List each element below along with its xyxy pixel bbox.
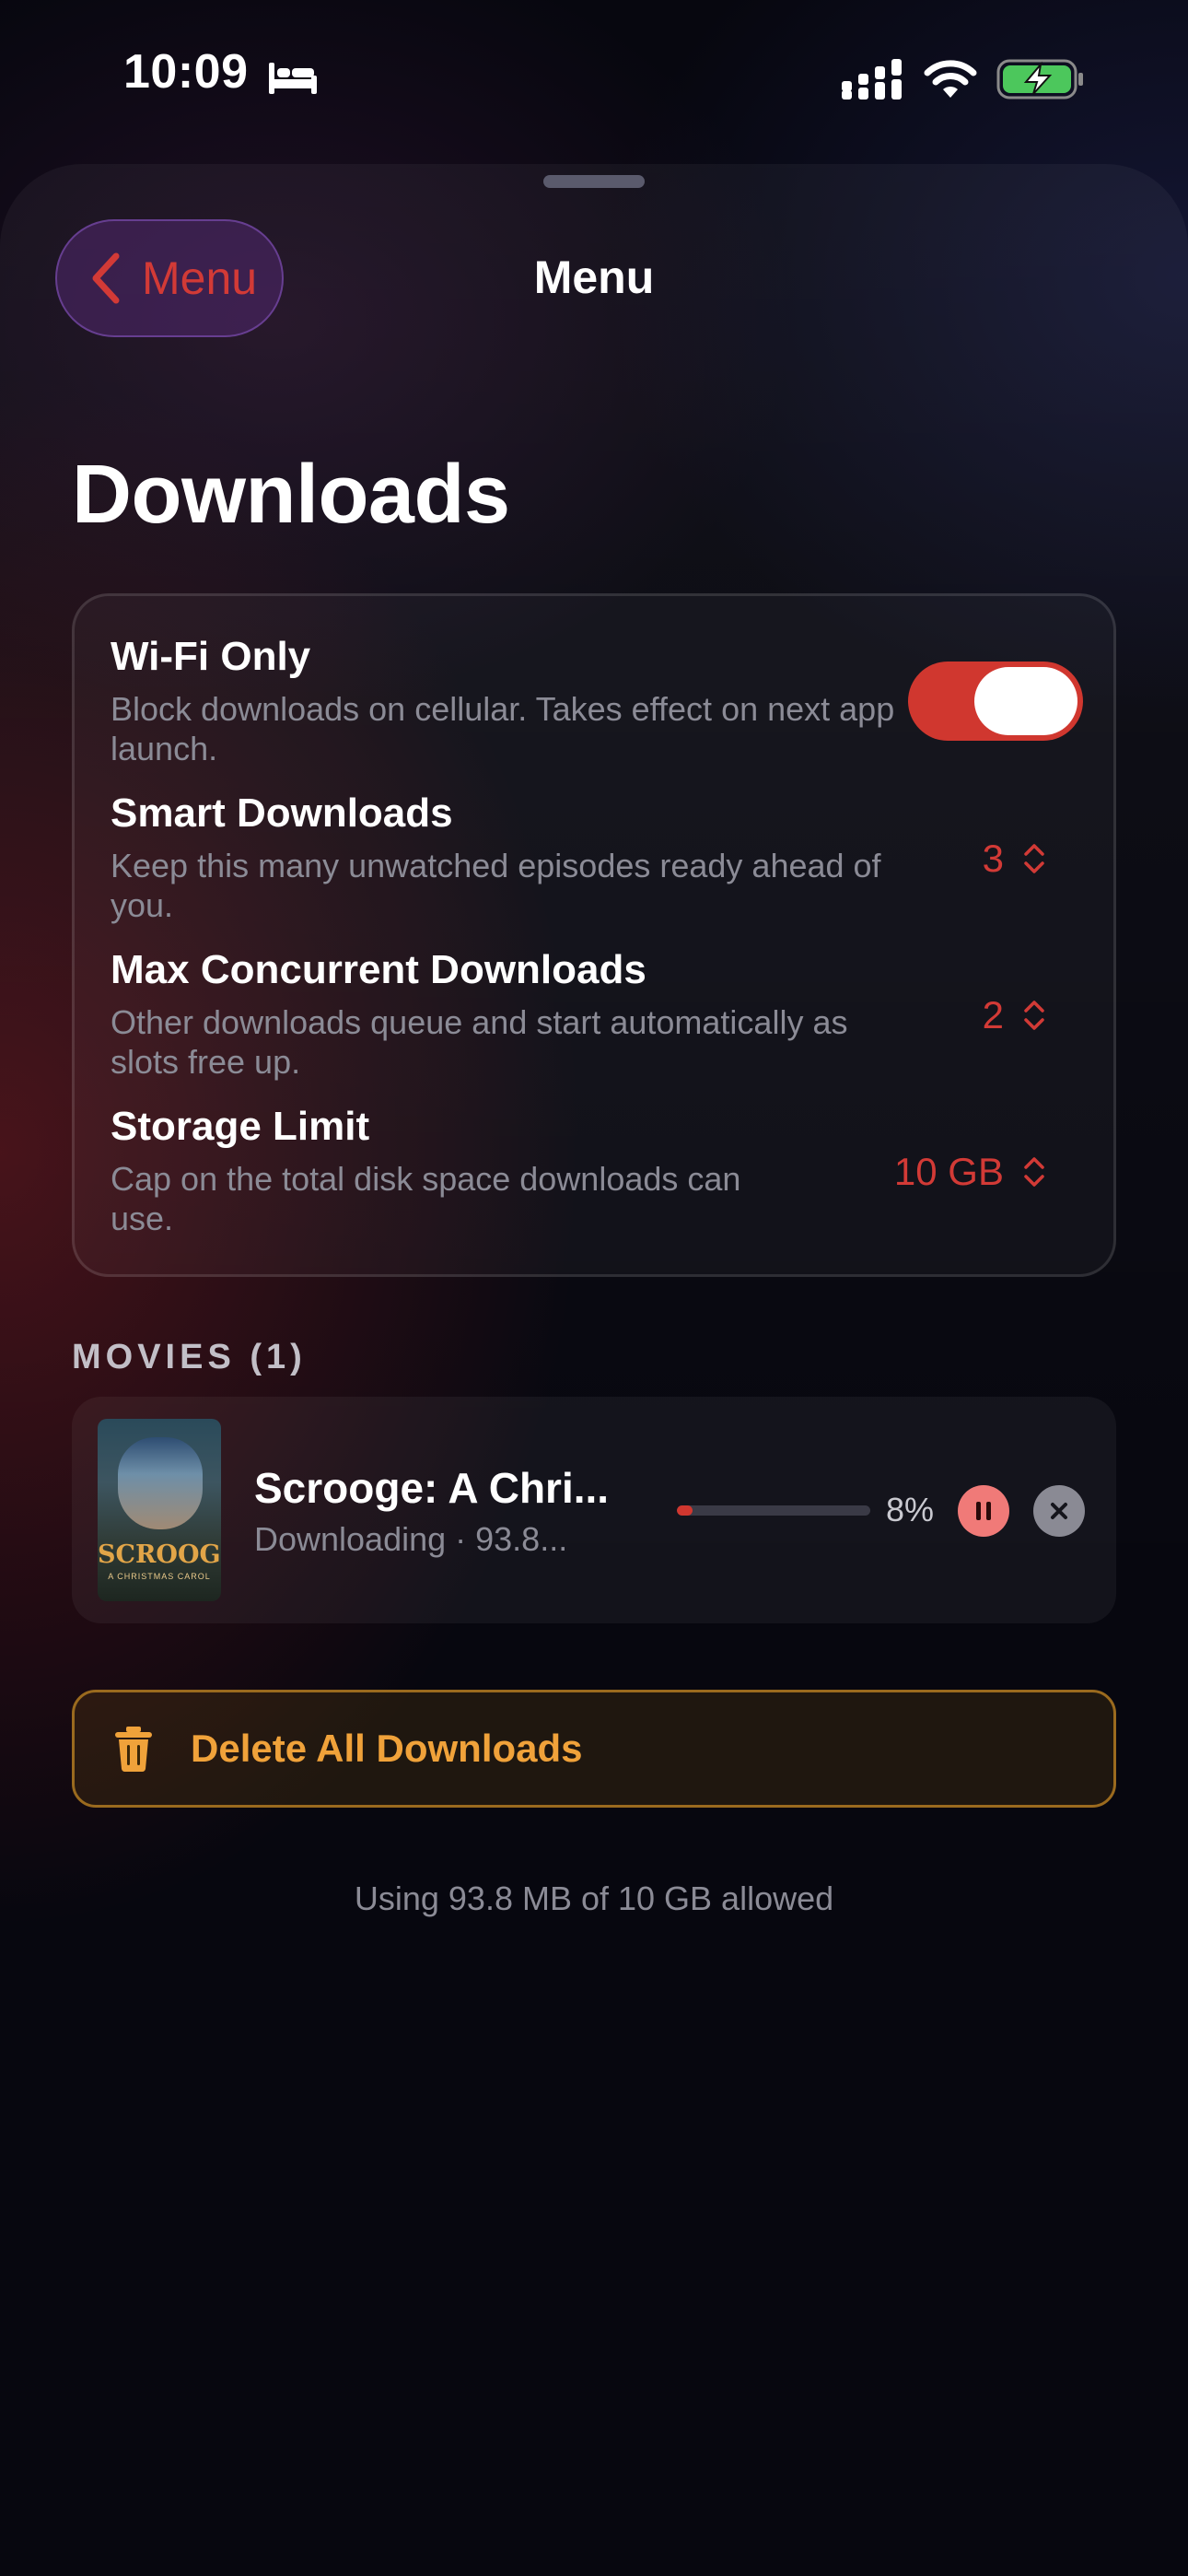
poster-subtitle: A CHRISTMAS CAROL <box>108 1572 211 1581</box>
wifi-only-toggle[interactable] <box>908 662 1083 741</box>
chevron-up-down-icon <box>1024 1157 1044 1187</box>
chevron-up-down-icon <box>1024 1001 1044 1030</box>
close-icon <box>1051 1503 1067 1519</box>
bed-icon <box>269 63 317 94</box>
chevron-up-down-icon <box>1024 844 1044 873</box>
wifi-only-title: Wi-Fi Only <box>111 634 311 679</box>
sheet-grabber[interactable] <box>543 175 645 188</box>
poster-title: SCROOGE <box>98 1540 221 1569</box>
movie-status: Downloading · 93.8... <box>254 1520 568 1558</box>
download-progress-bar <box>677 1505 870 1516</box>
toggle-knob <box>974 667 1077 735</box>
delete-all-label: Delete All Downloads <box>191 1727 583 1770</box>
max-concurrent-picker[interactable]: 2 <box>829 993 1046 1037</box>
smart-downloads-picker[interactable]: 3 <box>829 837 1046 881</box>
max-concurrent-value: 2 <box>982 993 1004 1036</box>
storage-limit-value: 10 GB <box>893 1150 1004 1193</box>
wifi-only-subtitle: Block downloads on cellular. Takes effec… <box>111 690 895 767</box>
movie-poster: SCROOGE A CHRISTMAS CAROL <box>98 1419 221 1601</box>
battery-charging-icon <box>996 59 1083 100</box>
smart-downloads-value: 3 <box>982 837 1004 880</box>
cancel-download-button[interactable] <box>1033 1485 1085 1537</box>
wifi-icon <box>924 60 977 98</box>
signal-icon <box>842 59 902 100</box>
pause-icon <box>976 1502 991 1520</box>
smart-downloads-subtitle: Keep this many unwatched episodes ready … <box>111 847 881 924</box>
page-title: Downloads <box>72 449 510 541</box>
storage-limit-subtitle: Cap on the total disk space downloads ca… <box>111 1160 741 1237</box>
status-time: 10:09 <box>123 45 249 99</box>
storage-limit-title: Storage Limit <box>111 1104 370 1149</box>
nav-title: Menu <box>533 252 655 303</box>
smart-downloads-title: Smart Downloads <box>111 790 453 836</box>
delete-all-downloads-button[interactable]: Delete All Downloads <box>72 1690 1116 1808</box>
storage-usage-text: Using 93.8 MB of 10 GB allowed <box>354 1879 834 1917</box>
movie-title: Scrooge: A Chri... <box>254 1464 610 1512</box>
storage-limit-picker[interactable]: 10 GB <box>829 1150 1046 1194</box>
download-progress-label: 8% <box>886 1491 935 1528</box>
max-concurrent-subtitle: Other downloads queue and start automati… <box>111 1003 848 1081</box>
trash-icon <box>115 1727 152 1773</box>
download-progress-fill <box>677 1505 693 1516</box>
movies-section-header: MOVIES (1) <box>72 1338 307 1376</box>
pause-button[interactable] <box>958 1485 1009 1537</box>
max-concurrent-title: Max Concurrent Downloads <box>111 947 646 992</box>
